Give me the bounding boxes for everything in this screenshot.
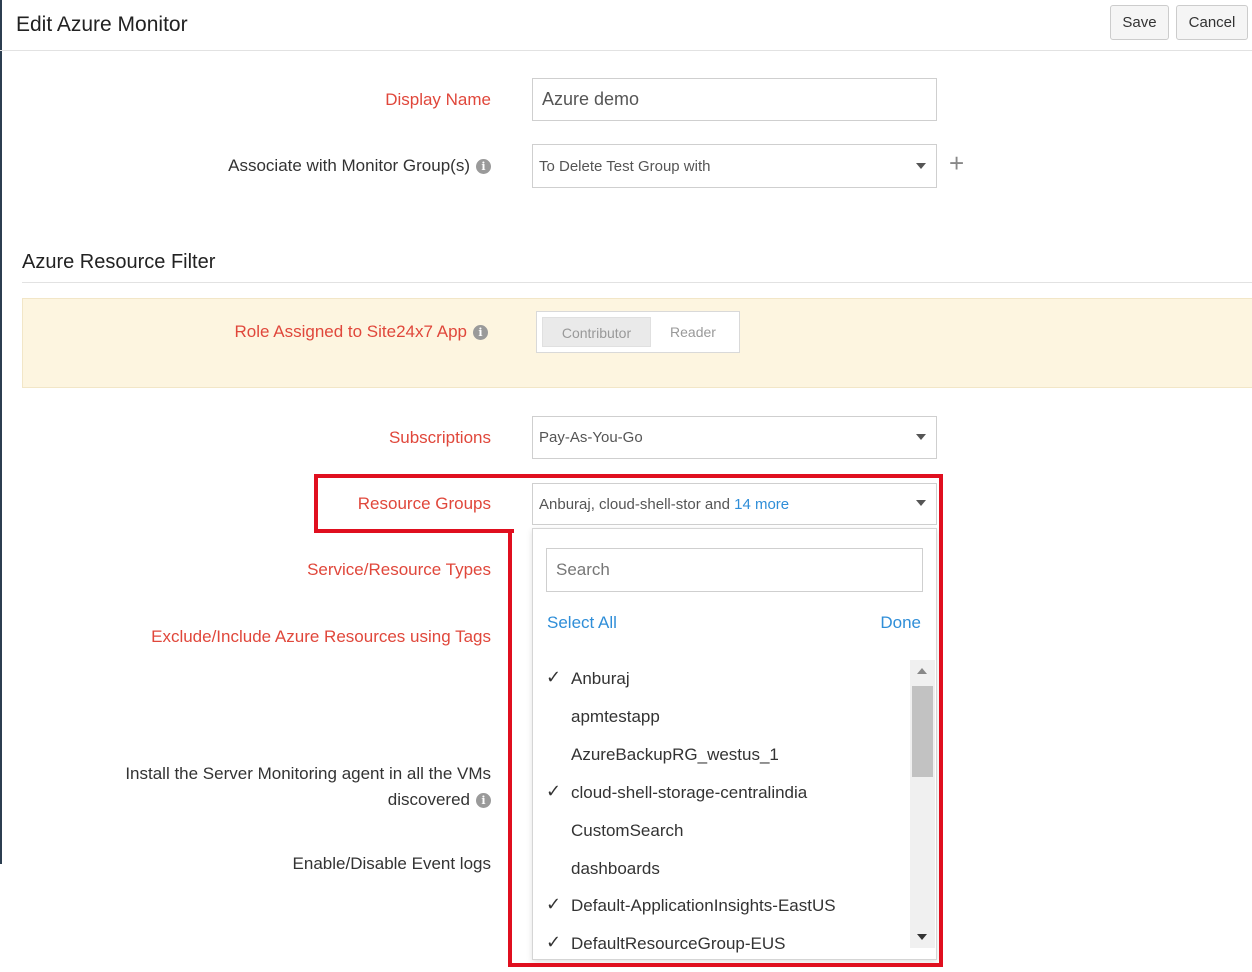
highlight-box-top — [314, 474, 943, 533]
info-icon[interactable]: i — [473, 325, 488, 340]
page-header: Edit Azure Monitor Save Cancel — [0, 0, 1252, 51]
highlight-box-bottom — [508, 529, 943, 967]
section-divider — [22, 282, 1252, 283]
display-name-field[interactable]: Azure demo — [532, 78, 937, 121]
chevron-down-icon — [916, 434, 926, 440]
subscriptions-select[interactable]: Pay-As-You-Go — [532, 416, 937, 459]
plus-icon[interactable]: + — [949, 150, 964, 176]
role-label: Role Assigned to Site24x7 App — [234, 322, 468, 341]
highlight-box-right — [939, 474, 943, 533]
role-option-contributor[interactable]: Contributor — [542, 317, 651, 347]
display-name-label: Display Name — [385, 90, 491, 109]
display-name-value: Azure demo — [542, 89, 640, 109]
server-agent-label-wrap: Install the Server Monitoring agent in a… — [125, 761, 491, 813]
event-logs-label: Enable/Disable Event logs — [292, 854, 491, 873]
subscriptions-value: Pay-As-You-Go — [539, 429, 643, 446]
info-icon[interactable]: i — [476, 793, 491, 808]
subscriptions-label: Subscriptions — [388, 428, 491, 447]
role-option-reader[interactable]: Reader — [653, 317, 733, 347]
server-agent-label-line1: Install the Server Monitoring agent in a… — [125, 764, 491, 783]
server-agent-label-line2: discovered — [387, 790, 470, 809]
service-types-label: Service/Resource Types — [307, 560, 491, 579]
monitor-group-label: Associate with Monitor Group(s) — [228, 156, 470, 175]
save-button[interactable]: Save — [1110, 5, 1169, 40]
chevron-down-icon — [916, 163, 926, 169]
role-toggle: Contributor Reader — [536, 311, 740, 353]
window-left-edge — [0, 0, 2, 864]
page-title: Edit Azure Monitor — [16, 13, 188, 36]
monitor-group-label-wrap: Associate with Monitor Group(s) i — [228, 156, 491, 176]
tags-label: Exclude/Include Azure Resources using Ta… — [151, 627, 491, 646]
cancel-button[interactable]: Cancel — [1176, 5, 1248, 40]
info-icon[interactable]: i — [476, 159, 491, 174]
monitor-group-select[interactable]: To Delete Test Group with — [532, 144, 937, 188]
role-label-wrap: Role Assigned to Site24x7 App i — [234, 322, 488, 342]
highlight-box-step — [314, 529, 514, 533]
section-title: Azure Resource Filter — [22, 251, 216, 273]
monitor-group-value: To Delete Test Group with — [539, 158, 711, 175]
